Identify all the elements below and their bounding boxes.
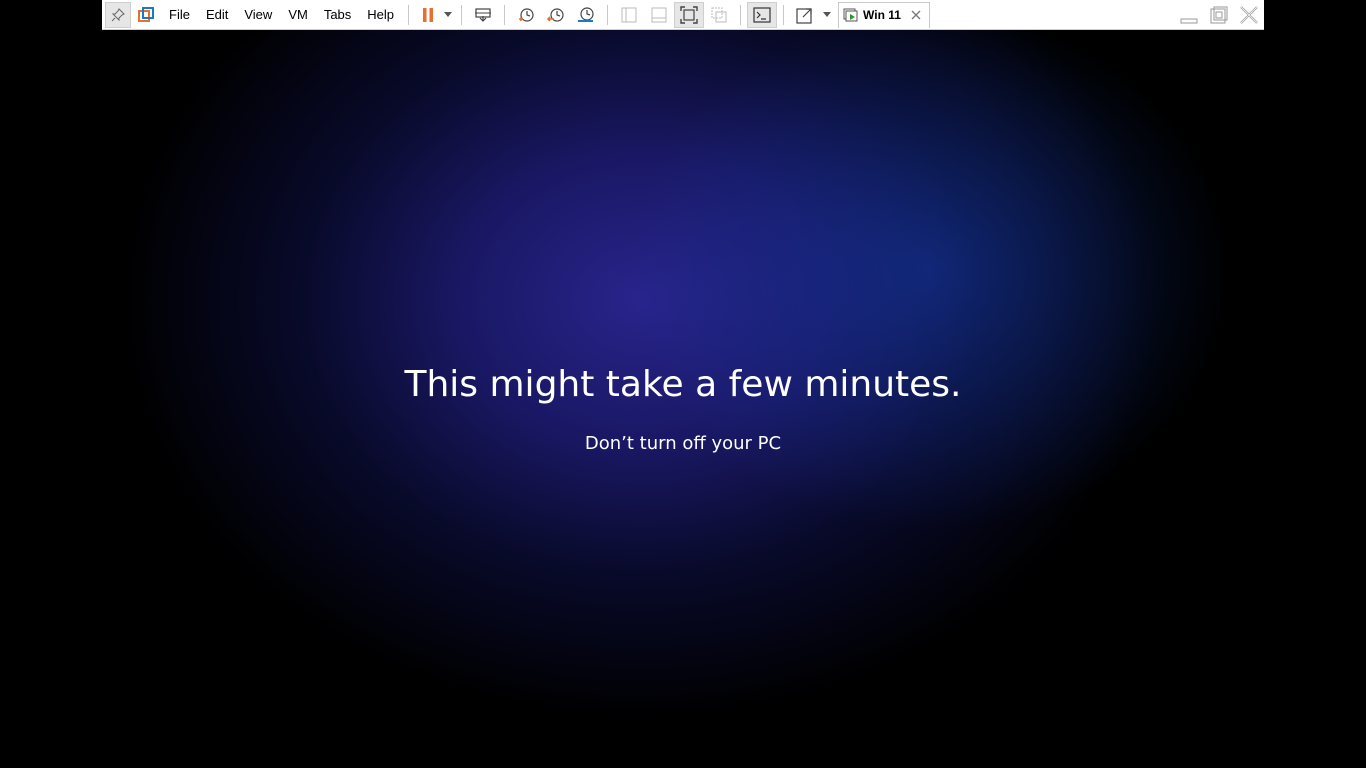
toolbar-separator: [461, 4, 463, 25]
tab-close-button[interactable]: [909, 8, 923, 22]
snapshot-revert-icon: [547, 7, 564, 22]
console-icon: [753, 6, 771, 23]
minimize-button[interactable]: [1174, 0, 1204, 30]
toolbar-separator: [504, 4, 506, 25]
snapshot-manager-icon: [578, 6, 594, 22]
stretch-icon: [796, 7, 812, 24]
window-controls: [1174, 0, 1264, 30]
show-thumbnail-bar-button[interactable]: [644, 2, 674, 28]
full-screen-button[interactable]: [674, 1, 705, 28]
tab-win-11[interactable]: Win 11: [838, 1, 930, 28]
snapshot-take-icon: [519, 7, 534, 22]
tab-label: Win 11: [863, 8, 901, 22]
send-ctrl-alt-del-button[interactable]: [468, 2, 498, 28]
menu-edit[interactable]: Edit: [198, 2, 236, 28]
thumbnail-bar-icon: [651, 7, 667, 22]
restore-button[interactable]: [1204, 0, 1234, 30]
snapshot-manager-button[interactable]: [571, 2, 601, 28]
take-snapshot-button[interactable]: [511, 2, 541, 28]
restore-icon: [1210, 6, 1228, 23]
stretch-options-dropdown[interactable]: [820, 2, 834, 28]
show-library-button[interactable]: [614, 2, 644, 28]
pin-toolbar-button[interactable]: [105, 1, 131, 28]
pause-icon: [423, 7, 434, 22]
library-panel-icon: [621, 7, 637, 22]
toolbar-separator: [607, 4, 609, 25]
ctrl-alt-del-icon: [475, 7, 492, 22]
menu-vm[interactable]: VM: [280, 2, 316, 28]
stretch-guest-button[interactable]: [790, 2, 820, 28]
close-window-button[interactable]: [1234, 0, 1264, 30]
close-icon: [911, 10, 921, 20]
toolbar-separator: [740, 4, 742, 25]
toolbar-separator: [783, 4, 785, 25]
chevron-down-icon: [823, 12, 832, 17]
suspend-button[interactable]: [415, 2, 441, 28]
unity-mode-button[interactable]: [704, 2, 734, 28]
revert-snapshot-button[interactable]: [541, 2, 571, 28]
vmware-logo-icon: [138, 6, 154, 22]
power-options-dropdown[interactable]: [441, 2, 455, 28]
console-view-button[interactable]: [747, 1, 778, 28]
pin-icon: [111, 7, 125, 21]
chevron-down-icon: [444, 12, 453, 17]
setup-title: This might take a few minutes.: [404, 364, 962, 405]
unity-icon: [711, 7, 727, 22]
menu-tabs[interactable]: Tabs: [316, 2, 359, 28]
toolbar-separator: [408, 4, 410, 25]
menu-view[interactable]: View: [236, 2, 280, 28]
close-icon: [1240, 5, 1258, 24]
minimize-icon: [1180, 18, 1198, 23]
vm-running-icon: [843, 8, 858, 22]
vm-guest-screen[interactable]: This might take a few minutes. Don’t tur…: [0, 0, 1366, 768]
vmware-logo-button[interactable]: [131, 2, 161, 28]
full-screen-icon: [680, 5, 698, 24]
vmware-fullscreen-toolbar: File Edit View VM Tabs Help Win 11: [102, 0, 1264, 30]
menu-help[interactable]: Help: [359, 2, 402, 28]
setup-subtitle: Don’t turn off your PC: [584, 433, 782, 454]
menu-file[interactable]: File: [161, 2, 198, 28]
